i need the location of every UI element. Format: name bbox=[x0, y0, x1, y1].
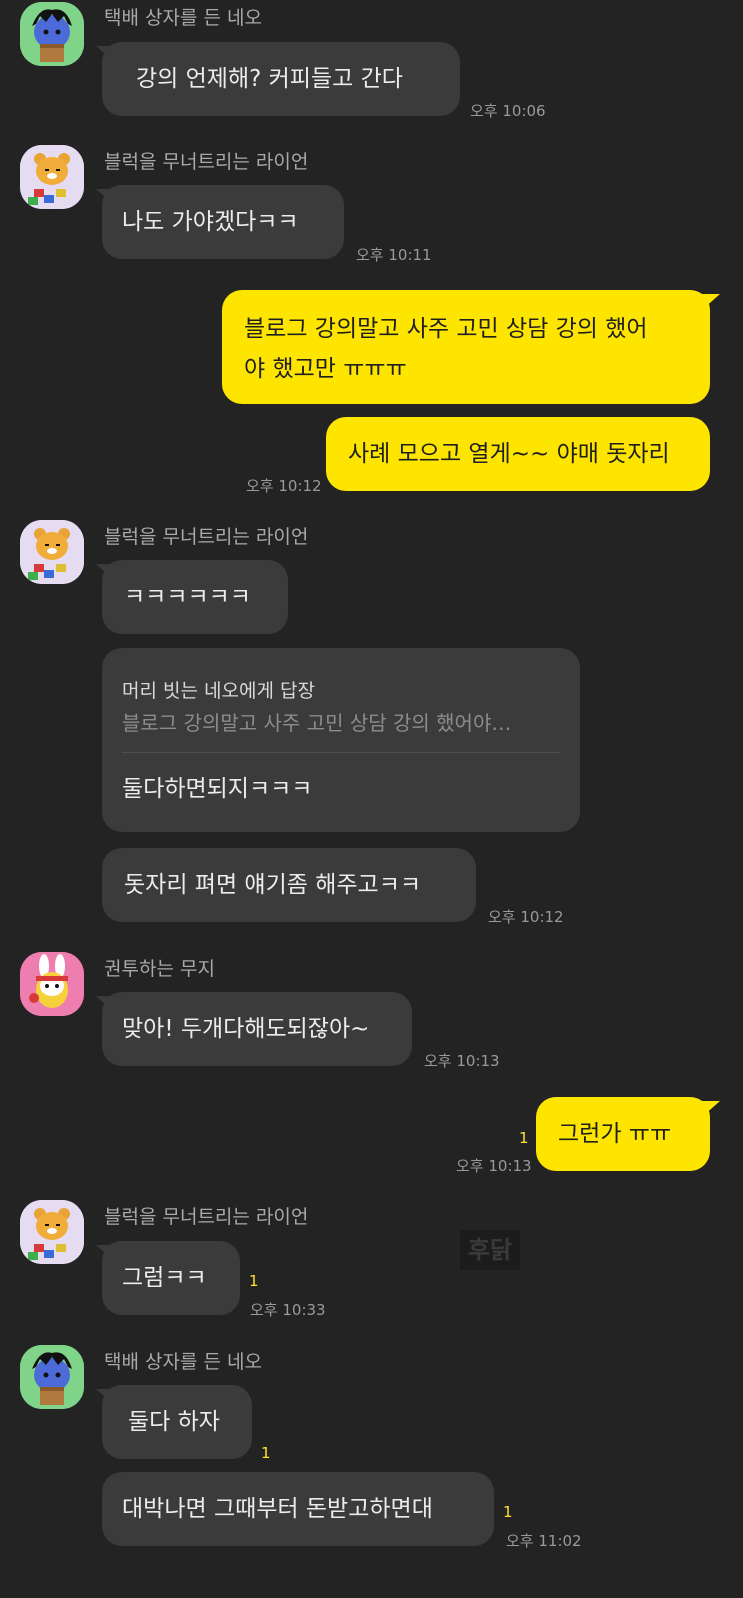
muzi-avatar-icon[interactable] bbox=[20, 952, 84, 1016]
message-text: 둘다 하자 bbox=[128, 1409, 220, 1435]
message-text: 나도 가야겠다ㅋㅋ bbox=[122, 209, 299, 235]
message-time: 오후 10:12 bbox=[246, 477, 322, 495]
message-time: 오후 10:13 bbox=[424, 1052, 500, 1070]
message-time: 오후 10:12 bbox=[488, 908, 564, 926]
message-text: 돗자리 펴면 얘기좀 해주고ㅋㅋ bbox=[124, 872, 422, 898]
unread-count: 1 bbox=[261, 1444, 271, 1462]
reply-divider bbox=[122, 752, 560, 753]
unread-count: 1 bbox=[503, 1503, 513, 1521]
message-bubble[interactable]: ㅋㅋㅋㅋㅋㅋ bbox=[102, 560, 288, 634]
message-text: 맞아! 두개다해도되잖아~ bbox=[122, 1016, 370, 1042]
my-message-bubble[interactable]: 사례 모으고 열게~~ 야매 돗자리 bbox=[326, 417, 710, 491]
message-bubble[interactable]: 그럼ㅋㅋ bbox=[102, 1241, 240, 1315]
reply-quote: 블로그 강의말고 사주 고민 상담 강의 했어야… bbox=[122, 711, 512, 735]
message-bubble[interactable]: 둘다 하자 bbox=[102, 1385, 252, 1459]
message-bubble[interactable]: 강의 언제해? 커피들고 간다 bbox=[102, 42, 460, 116]
message-time: 오후 10:13 bbox=[456, 1157, 532, 1175]
message-time: 오후 10:06 bbox=[470, 102, 546, 120]
ryan-avatar-icon[interactable] bbox=[20, 145, 84, 209]
message-text: 강의 언제해? 커피들고 간다 bbox=[136, 66, 403, 92]
message-time: 오후 10:11 bbox=[356, 246, 432, 264]
message-text: 그런가 ㅠㅠ bbox=[558, 1121, 672, 1147]
sender-name: 블럭을 무너트리는 라이언 bbox=[104, 1206, 309, 1228]
message-text-line2: 야 했고만 ㅠㅠㅠ bbox=[244, 356, 407, 382]
sender-name: 권투하는 무지 bbox=[104, 958, 215, 980]
message-text: 둘다하면되지ㅋㅋㅋ bbox=[122, 776, 313, 802]
unread-count: 1 bbox=[249, 1272, 259, 1290]
neo-avatar-icon[interactable] bbox=[20, 2, 84, 66]
ryan-avatar-icon[interactable] bbox=[20, 520, 84, 584]
message-text-line1: 블로그 강의말고 사주 고민 상담 강의 했어 bbox=[244, 316, 648, 342]
sender-name: 블럭을 무너트리는 라이언 bbox=[104, 526, 309, 548]
message-text: 사례 모으고 열게~~ 야매 돗자리 bbox=[348, 441, 670, 467]
sender-name: 택배 상자를 든 네오 bbox=[104, 1351, 262, 1373]
reply-target: 머리 빗는 네오에게 답장 bbox=[122, 680, 315, 702]
message-time: 오후 11:02 bbox=[506, 1532, 582, 1550]
message-text: 그럼ㅋㅋ bbox=[122, 1265, 207, 1291]
sender-name: 택배 상자를 든 네오 bbox=[104, 7, 262, 29]
message-text: 대박나면 그때부터 돈받고하면대 bbox=[122, 1496, 433, 1522]
message-bubble[interactable]: 맞아! 두개다해도되잖아~ bbox=[102, 992, 412, 1066]
message-bubble[interactable]: 나도 가야겠다ㅋㅋ bbox=[102, 185, 344, 259]
neo-avatar-icon[interactable] bbox=[20, 1345, 84, 1409]
message-bubble[interactable]: 돗자리 펴면 얘기좀 해주고ㅋㅋ bbox=[102, 848, 476, 922]
message-time: 오후 10:33 bbox=[250, 1301, 326, 1319]
message-text: ㅋㅋㅋㅋㅋㅋ bbox=[124, 584, 251, 610]
my-message-bubble[interactable]: 블로그 강의말고 사주 고민 상담 강의 했어 야 했고만 ㅠㅠㅠ bbox=[222, 290, 710, 404]
message-bubble[interactable]: 대박나면 그때부터 돈받고하면대 bbox=[102, 1472, 494, 1546]
unread-count: 1 bbox=[519, 1129, 529, 1147]
reply-message-bubble[interactable]: 머리 빗는 네오에게 답장 블로그 강의말고 사주 고민 상담 강의 했어야… … bbox=[102, 648, 580, 832]
watermark: 후닭 bbox=[460, 1230, 520, 1270]
sender-name: 블럭을 무너트리는 라이언 bbox=[104, 151, 309, 173]
ryan-avatar-icon[interactable] bbox=[20, 1200, 84, 1264]
my-message-bubble[interactable]: 그런가 ㅠㅠ bbox=[536, 1097, 710, 1171]
